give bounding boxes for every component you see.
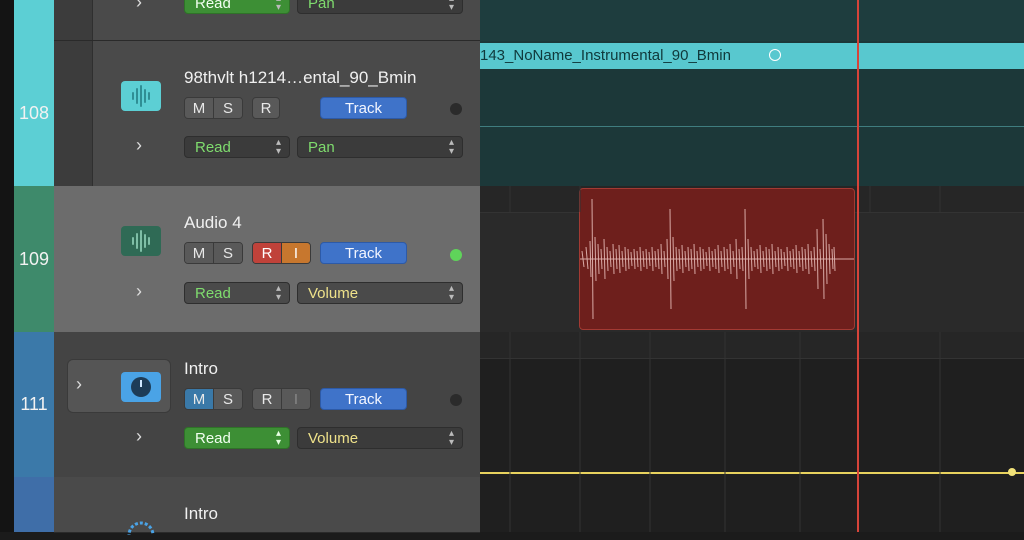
updown-arrows-icon: ▴▾	[448, 137, 454, 157]
track-number-next[interactable]	[14, 477, 54, 532]
automation-mode-select[interactable]: Read ▴▾	[184, 0, 290, 14]
track-name[interactable]: Audio 4	[184, 213, 242, 233]
automation-mode-select[interactable]: Read ▴▾	[184, 282, 290, 304]
record-input-group[interactable]: R I	[252, 388, 311, 410]
updown-arrows-icon: ▴▾	[275, 428, 281, 448]
automation-parameter-select[interactable]: Volume ▴ ▾	[297, 282, 463, 304]
track-header-top[interactable]: › Read ▴▾ Pan ▴▾	[54, 0, 480, 41]
folder-gutter	[54, 41, 93, 186]
list-edge	[0, 0, 14, 532]
disclosure-chevron-icon[interactable]: ›	[136, 135, 142, 156]
automation-parameter-value: Pan	[308, 138, 335, 156]
updown-arrows-icon: ▴▾	[448, 0, 454, 13]
mute-solo-group[interactable]: M S	[184, 97, 243, 119]
track-header-108[interactable]: 98thvlt h1214…ental_90_Bmin M S R Track …	[54, 41, 480, 187]
automation-parameter-value: Volume	[308, 284, 359, 302]
track-status-dot	[450, 249, 462, 261]
updown-arrows-icon: ▴▾	[448, 428, 454, 448]
track-number-108[interactable]: 108	[14, 41, 54, 186]
automation-mode-value: Read	[195, 429, 231, 447]
updown-arrows-icon: ▴▾	[275, 137, 281, 157]
track-number-label: 111	[20, 394, 48, 414]
record-button[interactable]: R	[253, 389, 281, 409]
mute-button[interactable]: M	[185, 389, 213, 409]
automation-parameter-select[interactable]: Pan ▴▾	[297, 0, 463, 14]
gauge-icon	[121, 372, 161, 402]
track-status-dot	[450, 103, 462, 115]
waveform-icon	[121, 226, 161, 256]
track-header-111[interactable]: › Intro M S R I Track › Read ▴ ▾ Volume ▴…	[54, 332, 480, 478]
solo-button[interactable]: S	[213, 98, 242, 118]
automation-parameter-value: Volume	[308, 429, 359, 447]
mute-solo-group[interactable]: M S	[184, 388, 243, 410]
mute-solo-group[interactable]: M S	[184, 242, 243, 264]
track-number-111[interactable]: 111	[14, 332, 54, 477]
input-monitor-button[interactable]: I	[281, 389, 310, 409]
track-name[interactable]: Intro	[184, 359, 218, 379]
track-button[interactable]: Track	[320, 242, 407, 264]
automation-parameter-select[interactable]: Pan ▴▾	[297, 136, 463, 158]
track-header-bottom[interactable]: Intro	[54, 477, 480, 540]
updown-arrows-icon: ▴▾	[275, 283, 281, 303]
track-button[interactable]: Track	[320, 97, 407, 119]
disclosure-chevron-icon[interactable]: ›	[136, 426, 142, 447]
solo-button[interactable]: S	[213, 389, 242, 409]
track-header-109[interactable]: Audio 4 M S R I Track › Read ▴ ▾ Volume ▴…	[54, 186, 480, 333]
track-number-label: 109	[18, 248, 50, 269]
automation-mode-select[interactable]: Read ▴▾	[184, 427, 290, 449]
track-name[interactable]: Intro	[184, 504, 218, 524]
playhead[interactable]	[857, 0, 859, 532]
mute-button[interactable]: M	[185, 98, 213, 118]
track-button[interactable]: Track	[320, 388, 407, 410]
automation-mode-value: Read	[195, 138, 231, 156]
record-button[interactable]: R	[253, 243, 281, 263]
disclosure-chevron-icon[interactable]: ›	[136, 0, 142, 13]
automation-mode-value: Read	[195, 0, 231, 12]
automation-parameter-select[interactable]: Volume ▴ ▾	[297, 427, 463, 449]
input-monitor-button[interactable]: I	[281, 243, 310, 263]
automation-mode-value: Read	[195, 284, 231, 302]
flower-icon	[121, 515, 161, 540]
updown-arrows-icon: ▴▾	[275, 0, 281, 13]
track-number-strip-top[interactable]	[14, 0, 54, 41]
updown-arrows-icon: ▴▾	[448, 283, 454, 303]
track-number-label: 108	[18, 103, 50, 123]
arrange-grid	[509, 186, 941, 532]
track-name[interactable]: 98thvlt h1214…ental_90_Bmin	[184, 68, 417, 88]
disclosure-chevron-icon[interactable]: ›	[76, 374, 82, 395]
mute-button[interactable]: M	[185, 243, 213, 263]
automation-mode-select[interactable]: Read ▴▾	[184, 136, 290, 158]
track-number-109[interactable]: 109	[14, 186, 54, 332]
track-status-dot	[450, 394, 462, 406]
waveform-icon	[121, 81, 161, 111]
folder-gutter	[54, 0, 93, 40]
solo-button[interactable]: S	[213, 243, 242, 263]
record-button[interactable]: R	[252, 97, 280, 119]
automation-parameter-value: Pan	[308, 0, 335, 12]
record-input-group[interactable]: R I	[252, 242, 311, 264]
disclosure-chevron-icon[interactable]: ›	[136, 281, 142, 302]
